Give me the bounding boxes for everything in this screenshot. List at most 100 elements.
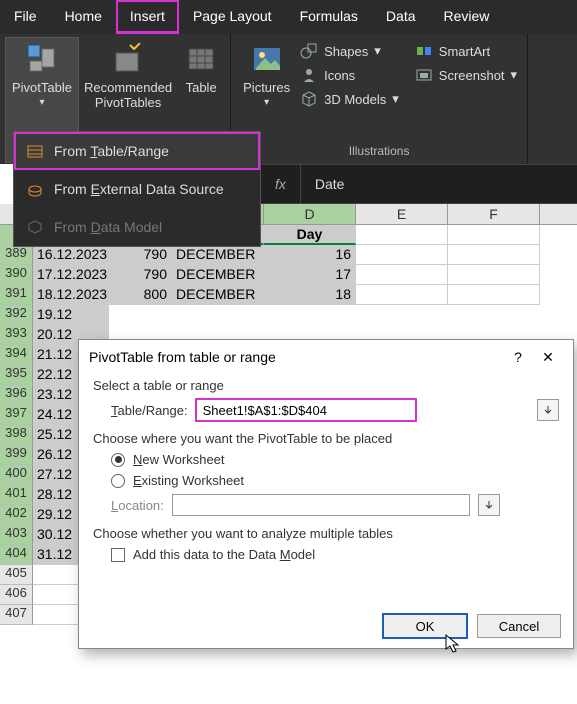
row-header[interactable]: 395 xyxy=(0,365,33,385)
cell[interactable] xyxy=(448,285,540,305)
row-header[interactable]: 393 xyxy=(0,325,33,345)
row-header[interactable]: 404 xyxy=(0,545,33,565)
cell-day[interactable]: 17 xyxy=(264,265,356,285)
dialog-title: PivotTable from table or range xyxy=(89,349,503,365)
from-model-icon xyxy=(26,218,44,236)
row-header[interactable]: 405 xyxy=(0,565,33,585)
row-header[interactable]: 402 xyxy=(0,505,33,525)
row-header[interactable]: 392 xyxy=(0,305,33,325)
cell-month[interactable]: DECEMBER xyxy=(172,245,264,265)
row-header[interactable]: 394 xyxy=(0,345,33,365)
pivottable-dialog: PivotTable from table or range ? ✕ Selec… xyxy=(78,339,574,649)
col-header-D[interactable]: D xyxy=(264,204,356,224)
cancel-button[interactable]: Cancel xyxy=(477,614,561,638)
pictures-button[interactable]: Pictures ▾ xyxy=(237,38,296,144)
tab-page-layout[interactable]: Page Layout xyxy=(179,0,286,34)
range-picker-icon xyxy=(483,499,495,511)
cell[interactable] xyxy=(448,225,540,245)
row-header[interactable]: 407 xyxy=(0,605,33,625)
menu-from-table-label: From Table/Range xyxy=(54,143,169,159)
menu-from-data-model: From Data Model xyxy=(14,208,260,246)
icons-button[interactable]: Icons xyxy=(296,64,403,86)
tab-data[interactable]: Data xyxy=(372,0,430,34)
pivottable-label: PivotTable xyxy=(12,80,72,95)
choose-place-label: Choose where you want the PivotTable to … xyxy=(93,431,559,446)
dialog-close-button[interactable]: ✕ xyxy=(533,349,563,366)
cell-sales[interactable]: 800 xyxy=(109,285,172,305)
cell-month[interactable]: DECEMBER xyxy=(172,265,264,285)
tab-review[interactable]: Review xyxy=(430,0,504,34)
screenshot-button[interactable]: Screenshot ▾ xyxy=(411,64,521,86)
smartart-button[interactable]: SmartArt xyxy=(411,40,521,62)
fx-icon[interactable]: fx xyxy=(261,165,301,203)
new-worksheet-label: New Worksheet xyxy=(133,452,225,467)
row-header[interactable]: 391 xyxy=(0,285,33,305)
cell-sales[interactable]: 790 xyxy=(109,265,172,285)
cell-day[interactable]: 16 xyxy=(264,245,356,265)
cell[interactable] xyxy=(356,225,448,245)
row-header[interactable]: 401 xyxy=(0,485,33,505)
row-header[interactable]: 399 xyxy=(0,445,33,465)
row-header[interactable]: 400 xyxy=(0,465,33,485)
header-day[interactable]: Day xyxy=(264,225,356,245)
range-picker-icon xyxy=(542,404,554,416)
cell[interactable] xyxy=(356,285,448,305)
table-icon xyxy=(184,42,218,76)
menu-from-external-label: From External Data Source xyxy=(54,181,224,197)
icons-label: Icons xyxy=(324,68,355,83)
dialog-titlebar: PivotTable from table or range ? ✕ xyxy=(79,340,573,374)
tab-home[interactable]: Home xyxy=(51,0,116,34)
chevron-down-icon: ▾ xyxy=(264,97,269,108)
menu-from-model-label: From Data Model xyxy=(54,219,162,235)
from-table-icon xyxy=(26,142,44,160)
cell[interactable] xyxy=(448,265,540,285)
formula-value[interactable]: Date xyxy=(301,176,359,192)
collapse-dialog-button[interactable] xyxy=(537,399,559,421)
col-header-F[interactable]: F xyxy=(448,204,540,224)
row-header[interactable]: 398 xyxy=(0,425,33,445)
dialog-help-button[interactable]: ? xyxy=(503,349,533,365)
table-row: 39017.12.2023790DECEMBER17 xyxy=(0,265,577,285)
table-row: 38916.12.2023790DECEMBER16 xyxy=(0,245,577,265)
pictures-label: Pictures xyxy=(243,80,290,95)
checkbox-add-data-model[interactable]: Add this data to the Data Model xyxy=(111,547,559,562)
row-header[interactable]: 403 xyxy=(0,525,33,545)
tab-insert[interactable]: Insert xyxy=(116,0,179,34)
menu-from-table-range[interactable]: From Table/Range xyxy=(14,132,260,170)
radio-new-worksheet[interactable]: New Worksheet xyxy=(111,452,559,467)
cell-date[interactable]: 16.12.2023 xyxy=(33,245,109,265)
location-input[interactable] xyxy=(172,494,470,516)
menu-from-external[interactable]: From External Data Source xyxy=(14,170,260,208)
cell-month[interactable]: DECEMBER xyxy=(172,285,264,305)
ok-button[interactable]: OK xyxy=(383,614,467,638)
chevron-down-icon: ▾ xyxy=(511,67,518,83)
collapse-dialog-button-2[interactable] xyxy=(478,494,500,516)
row-header[interactable]: 397 xyxy=(0,405,33,425)
shapes-button[interactable]: Shapes ▾ xyxy=(296,40,403,62)
cell-date[interactable]: 17.12.2023 xyxy=(33,265,109,285)
icons-icon xyxy=(300,66,318,84)
row-header[interactable]: 389 xyxy=(0,245,33,265)
cell-date[interactable]: 18.12.2023 xyxy=(33,285,109,305)
smartart-icon xyxy=(415,42,433,60)
cell-sales[interactable]: 790 xyxy=(109,245,172,265)
col-header-E[interactable]: E xyxy=(356,204,448,224)
3dmodels-button[interactable]: 3D Models ▾ xyxy=(296,88,403,110)
radio-existing-worksheet[interactable]: Existing Worksheet xyxy=(111,473,559,488)
location-label: Location: xyxy=(111,498,164,513)
cell-day[interactable]: 18 xyxy=(264,285,356,305)
table-range-input[interactable] xyxy=(196,399,416,421)
select-range-label: Select a table or range xyxy=(93,378,559,393)
cell-date[interactable]: 19.12 xyxy=(33,305,109,325)
tab-file[interactable]: File xyxy=(0,0,51,34)
cell[interactable] xyxy=(356,245,448,265)
cell[interactable] xyxy=(356,265,448,285)
pivottable-dropdown-menu: From Table/Range From External Data Sour… xyxy=(13,131,261,247)
row-header[interactable]: 390 xyxy=(0,265,33,285)
row-header[interactable]: 406 xyxy=(0,585,33,605)
cell[interactable] xyxy=(448,245,540,265)
table-range-label: Table/Range: xyxy=(111,403,188,418)
row-header[interactable]: 396 xyxy=(0,385,33,405)
tab-formulas[interactable]: Formulas xyxy=(286,0,372,34)
table-row: 39118.12.2023800DECEMBER18 xyxy=(0,285,577,305)
